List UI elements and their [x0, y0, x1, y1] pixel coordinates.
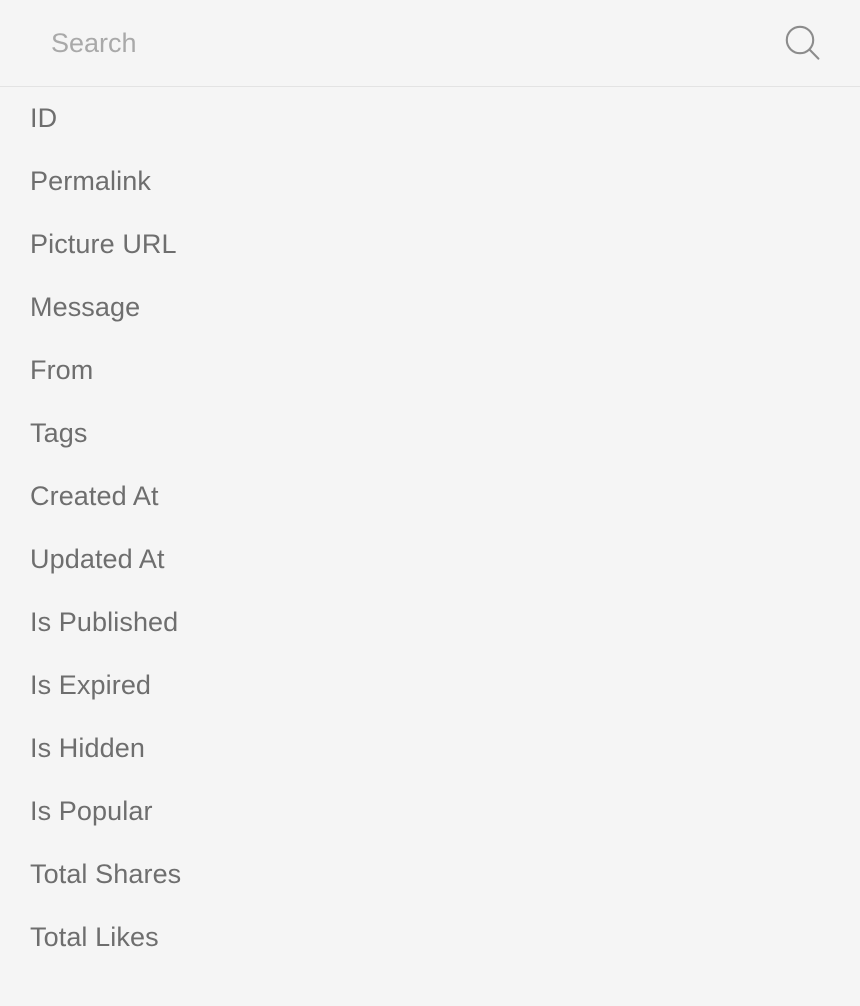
- list-item[interactable]: Updated At: [0, 528, 860, 591]
- list-item-label: Is Hidden: [30, 733, 145, 763]
- list-item-label: Tags: [30, 418, 88, 448]
- list-item[interactable]: From: [0, 339, 860, 402]
- list-item[interactable]: Is Published: [0, 591, 860, 654]
- search-icon: [783, 23, 823, 63]
- list-item[interactable]: Created At: [0, 465, 860, 528]
- list-item-label: Created At: [30, 481, 159, 511]
- search-input[interactable]: [51, 23, 780, 63]
- list-item[interactable]: Is Expired: [0, 654, 860, 717]
- list-item[interactable]: Picture URL: [0, 213, 860, 276]
- list-item-label: Is Expired: [30, 670, 152, 700]
- list-item-label: Updated At: [30, 544, 165, 574]
- list-item-label: Total Shares: [30, 859, 182, 889]
- list-item-label: Is Published: [30, 607, 179, 637]
- list-item[interactable]: Total Shares: [0, 843, 860, 906]
- list-item-label: Permalink: [30, 166, 151, 196]
- list-item-label: Message: [30, 292, 141, 322]
- list-item[interactable]: Is Popular: [0, 780, 860, 843]
- search-bar: [0, 0, 860, 87]
- list-item[interactable]: Is Hidden: [0, 717, 860, 780]
- list-item[interactable]: ID: [0, 87, 860, 150]
- field-list: ID Permalink Picture URL Message From Tags Cre…: [0, 87, 860, 1006]
- list-item-label: Total Likes: [30, 922, 159, 952]
- list-item[interactable]: Total Likes: [0, 906, 860, 969]
- list-item[interactable]: Message: [0, 276, 860, 339]
- field-picker-panel: ID Permalink Picture URL Message From Tags Cre…: [0, 0, 860, 1006]
- list-item-label: ID: [30, 103, 58, 133]
- list-item-label: Is Popular: [30, 796, 153, 826]
- list-item-label: From: [30, 355, 94, 385]
- search-button[interactable]: [780, 20, 826, 66]
- list-item[interactable]: Permalink: [0, 150, 860, 213]
- list-item-label: Picture URL: [30, 229, 177, 259]
- list-item[interactable]: Tags: [0, 402, 860, 465]
